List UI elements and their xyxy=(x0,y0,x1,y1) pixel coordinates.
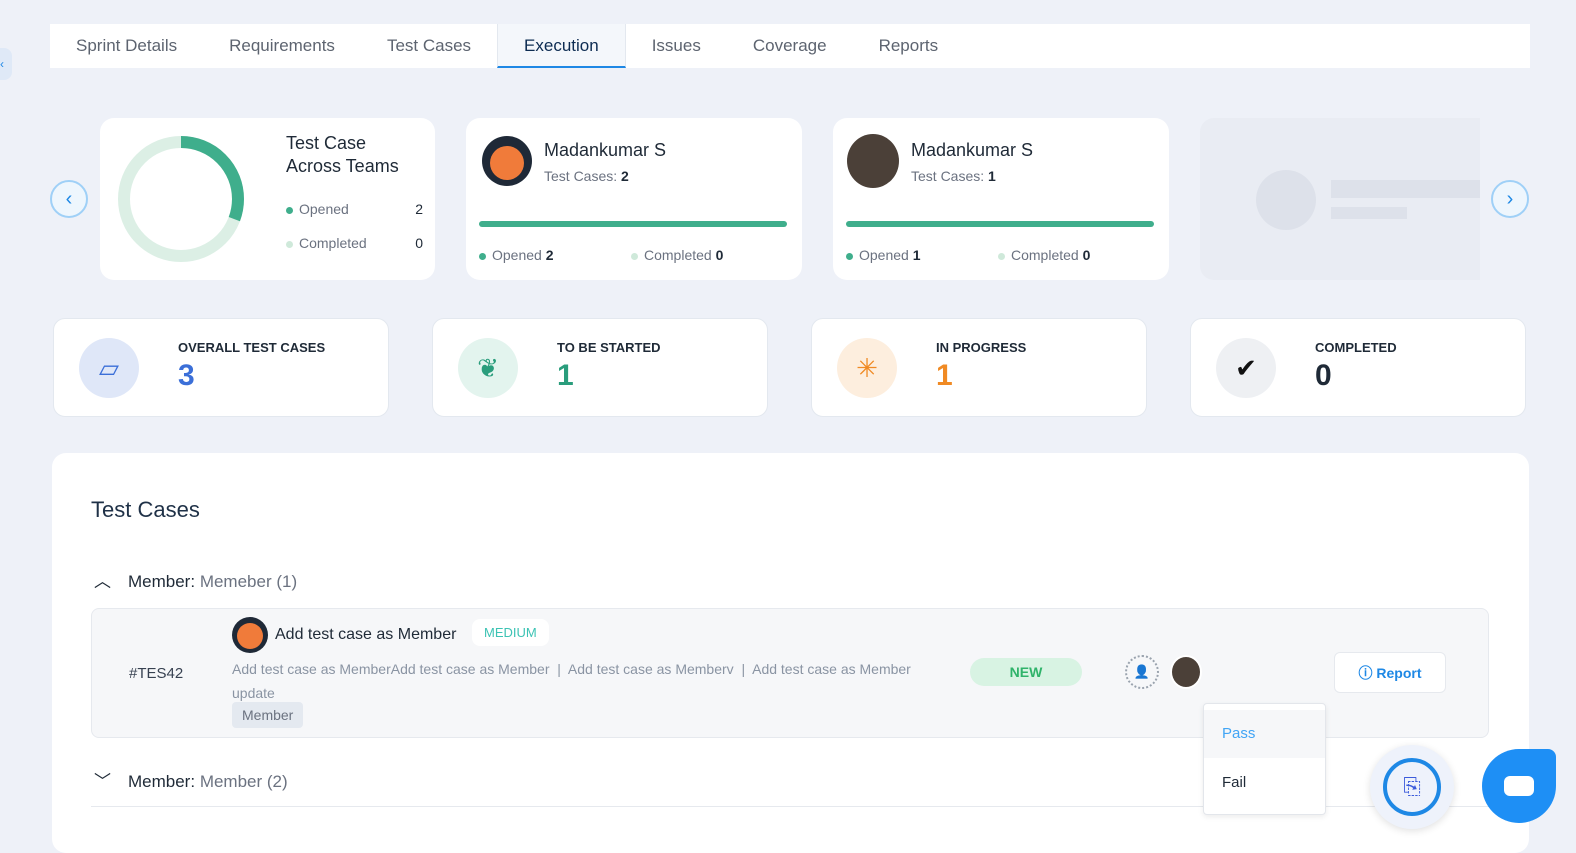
chevron-up-icon: ︿ xyxy=(94,572,111,591)
donut-chart xyxy=(118,136,244,262)
member-name: Madankumar S xyxy=(911,140,1034,160)
menu-item-pass[interactable]: Pass xyxy=(1204,710,1325,758)
opened-label: Opened xyxy=(492,247,542,263)
cases-count: 2 xyxy=(621,168,629,184)
report-button[interactable]: ⓘ Report xyxy=(1334,652,1446,693)
tag-badge: Member xyxy=(232,702,304,728)
stat-to-be-started: ❦ TO BE STARTED 1 xyxy=(432,318,768,417)
separator: | xyxy=(557,661,561,677)
completed-count: 0 xyxy=(415,235,423,251)
opened-count: 2 xyxy=(415,201,423,217)
opened-count: 1 xyxy=(912,247,921,263)
summary-title: Test Case xyxy=(286,133,367,153)
summary-card: Test Case Across Teams Opened 2 Completed 0 xyxy=(100,118,435,280)
group-name: Member (2) xyxy=(199,772,288,791)
sidebar-toggle[interactable]: ‹ xyxy=(0,48,12,80)
report-label: Report xyxy=(1376,665,1422,681)
priority-badge: MEDIUM xyxy=(472,619,549,646)
tab-test-cases[interactable]: Test Cases xyxy=(361,24,497,68)
summary-title-2: Across Teams xyxy=(286,156,399,176)
check-circle-icon: ✔ xyxy=(1216,338,1276,398)
stat-completed: ✔ COMPLETED 0 xyxy=(1190,318,1526,417)
test-case-title[interactable]: Add test case as Member xyxy=(275,626,456,644)
chevron-down-icon: ﹀ xyxy=(94,772,111,791)
description: Add test case as MemberAdd test case as … xyxy=(232,661,550,677)
leaf-icon: ❦ xyxy=(458,338,518,398)
separator: | xyxy=(741,661,746,677)
progress-bar xyxy=(479,221,787,227)
completed-label: Completed xyxy=(299,235,367,251)
tab-sprint-details[interactable]: Sprint Details xyxy=(50,24,203,68)
member-name: Madankumar S xyxy=(544,140,667,160)
stat-value: 1 xyxy=(936,359,953,392)
avatar xyxy=(232,617,268,653)
group-name: Memeber (1) xyxy=(199,572,298,591)
description: Add test case as Member xyxy=(752,661,911,677)
stat-in-progress: ✳ IN PROGRESS 1 xyxy=(811,318,1147,417)
group-prefix: Member: xyxy=(128,572,196,591)
import-document-icon: ⎘ xyxy=(1383,758,1441,816)
tab-reports[interactable]: Reports xyxy=(853,24,965,68)
opened-label: Opened xyxy=(859,247,909,263)
progress-bar xyxy=(846,221,1154,227)
skeleton-card xyxy=(1200,118,1480,280)
completed-label: Completed xyxy=(1011,247,1079,263)
stat-value: 1 xyxy=(557,359,574,392)
group-header-2[interactable]: ﹀ Member: Member (2) xyxy=(94,767,288,792)
stat-value: 0 xyxy=(1315,359,1332,392)
group-header-1[interactable]: ︿ Member: Memeber (1) xyxy=(94,567,297,592)
completed-count: 0 xyxy=(715,247,724,263)
cases-label: Test Cases: xyxy=(911,168,985,184)
tab-execution[interactable]: Execution xyxy=(497,24,626,68)
status-dropdown[interactable]: NEW xyxy=(970,658,1082,686)
member-card: Madankumar S Test Cases: 1 Opened 1 Comp… xyxy=(833,118,1169,280)
avatar xyxy=(847,134,899,188)
completed-count: 0 xyxy=(1082,247,1091,263)
carousel-next-button[interactable]: › xyxy=(1491,180,1529,218)
status-menu: Pass Fail xyxy=(1203,703,1326,815)
opened-label: Opened xyxy=(299,201,349,217)
carousel-prev-button[interactable]: ‹ xyxy=(50,180,88,218)
spinner-icon: ✳ xyxy=(837,338,897,398)
avatar xyxy=(482,136,532,186)
note-icon: ▱ xyxy=(79,338,139,398)
menu-item-fail[interactable]: Fail xyxy=(1204,758,1325,808)
tab-coverage[interactable]: Coverage xyxy=(727,24,853,68)
assign-user-icon[interactable]: 👤 xyxy=(1125,655,1159,689)
tab-bar: Sprint Details Requirements Test Cases E… xyxy=(50,24,1530,68)
info-icon: ⓘ xyxy=(1358,665,1373,681)
description: Add test case as Memberv xyxy=(567,661,734,677)
chat-button[interactable] xyxy=(1482,749,1556,823)
member-card: Madankumar S Test Cases: 2 Opened 2 Comp… xyxy=(466,118,802,280)
tab-requirements[interactable]: Requirements xyxy=(203,24,361,68)
completed-label: Completed xyxy=(644,247,712,263)
panel-title: Test Cases xyxy=(91,497,200,522)
cases-label: Test Cases: xyxy=(544,168,618,184)
stat-overall: ▱ OVERALL TEST CASES 3 xyxy=(53,318,389,417)
cases-count: 1 xyxy=(988,168,996,184)
group-prefix: Member: xyxy=(128,772,196,791)
stat-label: OVERALL TEST CASES xyxy=(178,340,326,355)
chat-icon xyxy=(1504,776,1534,796)
assignee-avatar xyxy=(1170,655,1202,689)
description: update xyxy=(232,685,275,701)
stat-label: COMPLETED xyxy=(1315,340,1397,355)
test-case-id: #TES42 xyxy=(129,665,184,682)
stat-value: 3 xyxy=(178,359,195,392)
stat-label: IN PROGRESS xyxy=(936,340,1027,355)
opened-count: 2 xyxy=(545,247,554,263)
tab-issues[interactable]: Issues xyxy=(626,24,727,68)
import-fab[interactable]: ⎘ xyxy=(1370,745,1454,829)
stat-label: TO BE STARTED xyxy=(557,340,661,355)
